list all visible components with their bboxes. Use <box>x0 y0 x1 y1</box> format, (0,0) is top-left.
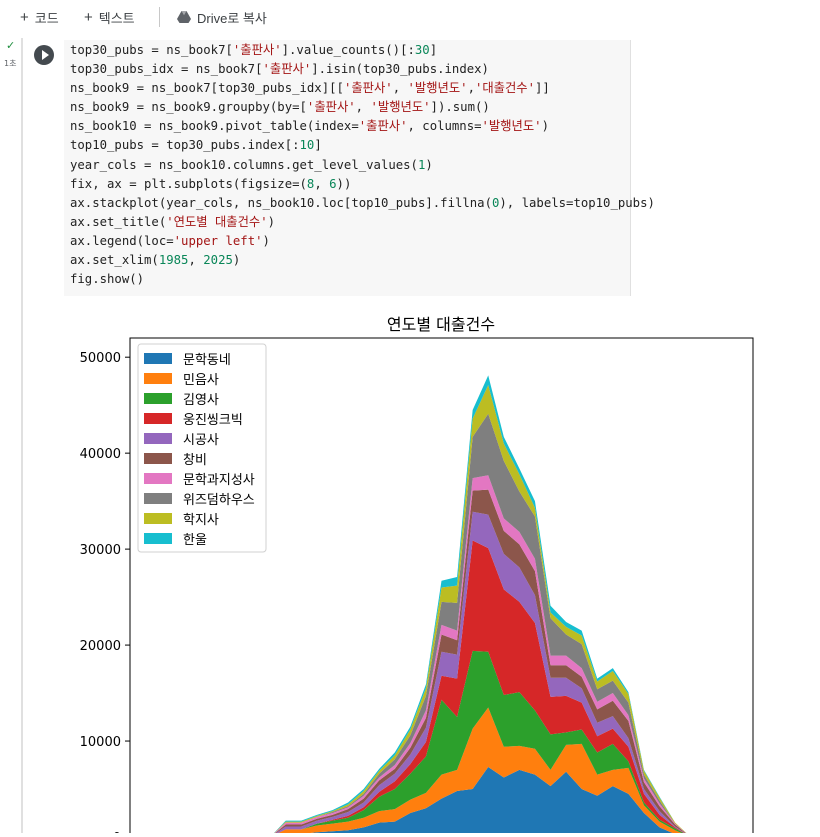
y-axis: 01000020000300004000050000 <box>80 351 130 837</box>
legend-swatch <box>144 453 172 464</box>
code-line: year_cols = ns_book10.columns.get_level_… <box>70 157 433 172</box>
legend-label: 문학동네 <box>183 353 231 368</box>
notebook-toolbar: + 코드 + 텍스트 Drive로 복사 <box>0 0 820 34</box>
code-line: ns_book9 = ns_book7[top30_pubs_idx][['출판… <box>70 81 550 96</box>
add-text-label: 텍스트 <box>98 10 135 26</box>
y-tick-label: 10000 <box>80 735 121 750</box>
chart-legend: 문학동네민음사김영사웅진씽크빅시공사창비문학과지성사위즈덤하우스학지사한울 <box>137 343 267 553</box>
legend-swatch <box>144 413 172 424</box>
copy-to-drive-label: Drive로 복사 <box>197 10 267 26</box>
code-line: ax.stackplot(year_cols, ns_book10.loc[to… <box>70 195 655 210</box>
code-line: top30_pubs_idx = ns_book7['출판사'].isin(to… <box>70 62 489 77</box>
code-line: ns_book10 = ns_book9.pivot_table(index='… <box>70 119 549 134</box>
y-tick-label: 40000 <box>80 447 121 462</box>
add-code-label: 코드 <box>34 10 59 26</box>
legend-swatch <box>144 493 172 504</box>
legend-label: 창비 <box>183 453 207 468</box>
run-cell-button[interactable] <box>34 45 54 65</box>
add-code-button[interactable]: + 코드 <box>20 8 59 26</box>
legend-label: 웅진씽크빅 <box>183 413 243 428</box>
legend-swatch <box>144 353 172 364</box>
y-tick-label: 50000 <box>80 351 121 366</box>
code-text[interactable]: top30_pubs = ns_book7['출판사'].value_count… <box>70 41 655 289</box>
legend-label: 위즈덤하우스 <box>183 493 255 508</box>
code-line: top10_pubs = top30_pubs.index[:10] <box>70 138 322 153</box>
add-text-button[interactable]: + 텍스트 <box>84 8 135 26</box>
code-line: ax.set_xlim(1985, 2025) <box>70 253 241 268</box>
code-line: ax.set_title('연도별 대출건수') <box>70 214 276 229</box>
y-tick-label: 20000 <box>80 639 121 654</box>
legend-label: 한울 <box>183 533 207 548</box>
y-tick-label: 30000 <box>80 543 121 558</box>
code-line: ns_book9 = ns_book9.groupby(by=['출판사', '… <box>70 100 490 115</box>
legend-swatch <box>144 513 172 524</box>
legend-label: 김영사 <box>183 393 219 408</box>
legend-label: 민음사 <box>183 373 219 388</box>
chart-title: 연도별 대출건수 <box>387 315 495 334</box>
drive-icon <box>177 11 191 23</box>
legend-label: 문학과지성사 <box>183 473 255 488</box>
code-line: fix, ax = plt.subplots(figsize=(8, 6)) <box>70 176 352 191</box>
legend-label: 시공사 <box>183 433 219 448</box>
toolbar-divider <box>159 7 160 27</box>
plus-icon: + <box>84 8 93 26</box>
exec-time: 1초 <box>4 59 17 68</box>
legend-swatch <box>144 473 172 484</box>
code-line: fig.show() <box>70 272 145 287</box>
cell-output: 연도별 대출건수 1985199019952000200520102015202… <box>24 296 820 837</box>
code-line: top30_pubs = ns_book7['출판사'].value_count… <box>70 43 438 57</box>
legend-label: 학지사 <box>183 513 219 528</box>
exec-status-icon: ✓ <box>6 39 16 52</box>
legend-swatch <box>144 393 172 404</box>
stack-chart: 연도별 대출건수 1985199019952000200520102015202… <box>80 315 754 837</box>
chart-areas <box>207 375 707 837</box>
legend-swatch <box>144 533 172 544</box>
cell-gutter <box>21 38 23 833</box>
legend-swatch <box>144 433 172 444</box>
plus-icon: + <box>20 8 29 26</box>
copy-to-drive-button[interactable]: Drive로 복사 <box>177 8 267 26</box>
code-line: ax.legend(loc='upper left') <box>70 233 270 248</box>
code-cell: ✓ 1초 top30_pubs = ns_book7['출판사'].value_… <box>0 38 820 837</box>
legend-swatch <box>144 373 172 384</box>
